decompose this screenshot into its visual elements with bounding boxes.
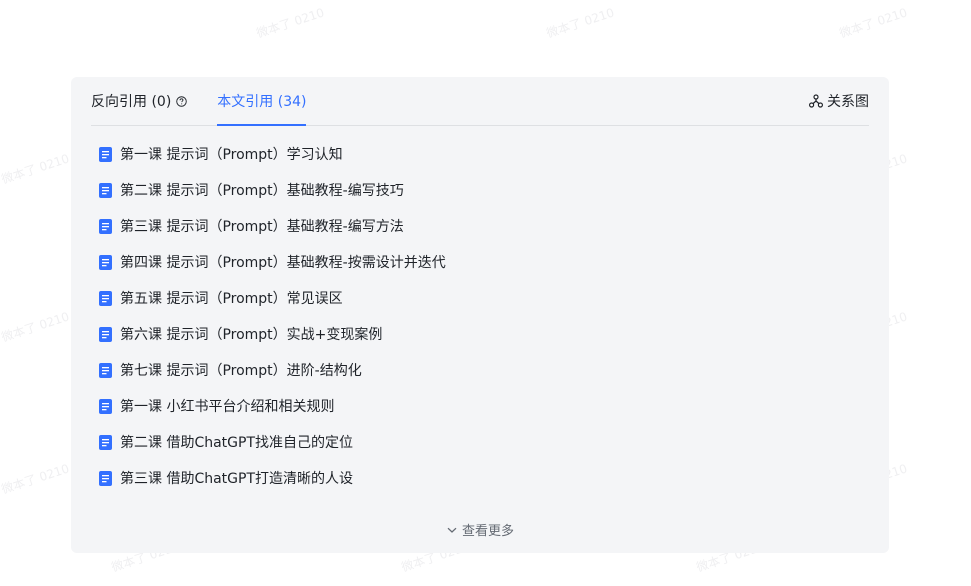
document-icon (99, 146, 112, 162)
document-icon (99, 290, 112, 306)
tab-outlinks[interactable]: 本文引用 (34) (217, 77, 307, 126)
document-icon (99, 362, 112, 378)
relationship-graph-label: 关系图 (827, 94, 869, 110)
show-more-button[interactable]: 查看更多 (71, 520, 889, 539)
reference-item[interactable]: 第二课 借助ChatGPT找准自己的定位 (99, 424, 869, 460)
reference-title: 第三课 提示词（Prompt）基础教程-编写方法 (120, 219, 404, 235)
reference-title: 第二课 借助ChatGPT找准自己的定位 (120, 435, 354, 451)
reference-title: 第六课 提示词（Prompt）实战+变现案例 (120, 327, 383, 343)
document-icon (99, 254, 112, 270)
reference-title: 第三课 借助ChatGPT打造清晰的人设 (120, 471, 354, 487)
page: 微本了 0210 微本了 0210 微本了 0210 微本了 0210 微本了 0210… (0, 0, 971, 586)
reference-item[interactable]: 第一课 小红书平台介绍和相关规则 (99, 388, 869, 424)
reference-title: 第七课 提示词（Prompt）进阶-结构化 (120, 363, 362, 379)
document-icon (99, 218, 112, 234)
reference-list: 第一课 提示词（Prompt）学习认知 第二课 提示词（Prompt）基础教程-… (99, 136, 869, 496)
reference-item[interactable]: 第一课 提示词（Prompt）学习认知 (99, 136, 869, 172)
watermark-text: 微本了 0210 (0, 151, 71, 187)
relationship-graph-icon (809, 94, 823, 108)
reference-title: 第一课 提示词（Prompt）学习认知 (120, 147, 343, 163)
watermark-text: 微本了 0210 (544, 5, 616, 41)
chevron-down-icon (446, 524, 458, 536)
document-icon (99, 434, 112, 450)
reference-title: 第二课 提示词（Prompt）基础教程-编写技巧 (120, 183, 404, 199)
reference-item[interactable]: 第二课 提示词（Prompt）基础教程-编写技巧 (99, 172, 869, 208)
references-panel: 反向引用 (0) 本文引用 (34) 关系图 第一课 提示词（Prompt）学习… (71, 77, 889, 553)
document-icon (99, 182, 112, 198)
watermark-text: 微本了 0210 (837, 5, 909, 41)
reference-tabs: 反向引用 (0) 本文引用 (34) 关系图 (91, 77, 869, 126)
tab-outlinks-label: 本文引用 (34) (217, 94, 307, 110)
show-more-label: 查看更多 (461, 524, 514, 539)
reference-item[interactable]: 第三课 借助ChatGPT打造清晰的人设 (99, 460, 869, 496)
reference-item[interactable]: 第三课 提示词（Prompt）基础教程-编写方法 (99, 208, 869, 244)
document-icon (99, 326, 112, 342)
tab-backlinks[interactable]: 反向引用 (0) (91, 77, 188, 125)
reference-item[interactable]: 第六课 提示词（Prompt）实战+变现案例 (99, 316, 869, 352)
help-circle-icon[interactable] (176, 95, 188, 107)
reference-title: 第一课 小红书平台介绍和相关规则 (120, 399, 335, 415)
relationship-graph-button[interactable]: 关系图 (809, 91, 869, 111)
watermark-text: 微本了 0210 (0, 461, 71, 497)
tab-backlinks-label: 反向引用 (0) (91, 94, 172, 110)
reference-title: 第五课 提示词（Prompt）常见误区 (120, 291, 343, 307)
reference-item[interactable]: 第五课 提示词（Prompt）常见误区 (99, 280, 869, 316)
reference-item[interactable]: 第四课 提示词（Prompt）基础教程-按需设计并迭代 (99, 244, 869, 280)
document-icon (99, 470, 112, 486)
watermark-text: 微本了 0210 (0, 309, 71, 345)
document-icon (99, 398, 112, 414)
watermark-text: 微本了 0210 (254, 5, 326, 41)
reference-item[interactable]: 第七课 提示词（Prompt）进阶-结构化 (99, 352, 869, 388)
reference-title: 第四课 提示词（Prompt）基础教程-按需设计并迭代 (120, 255, 446, 271)
